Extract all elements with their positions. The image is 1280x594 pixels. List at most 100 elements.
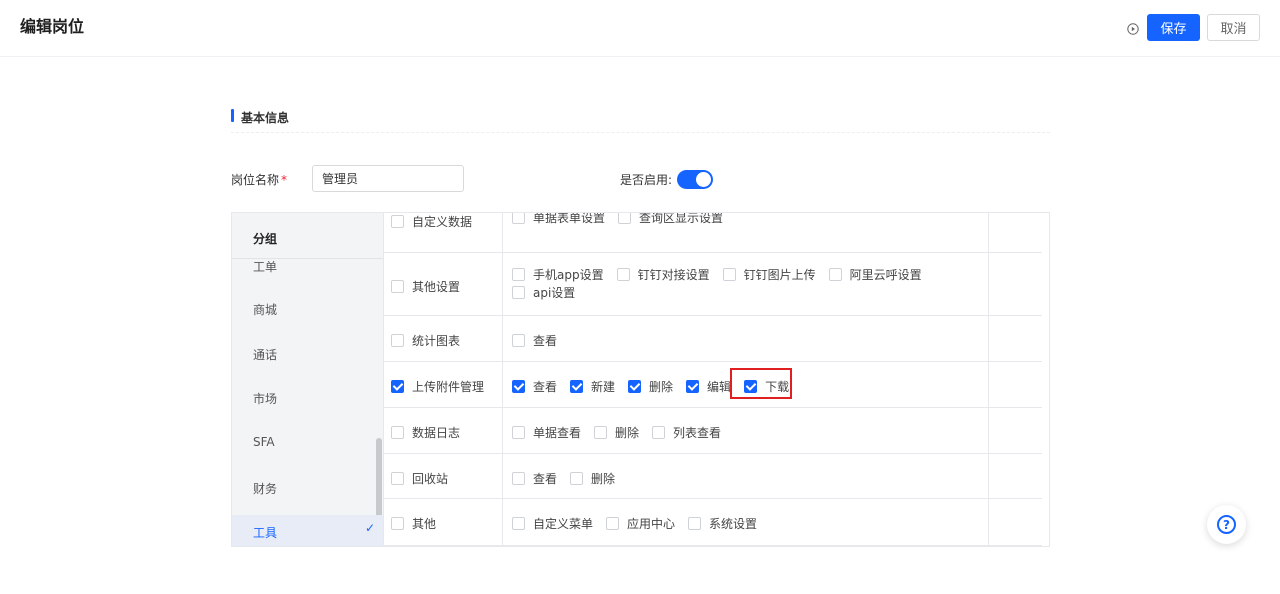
permission-line: 单据查看 删除 列表查看 <box>512 424 734 441</box>
module-checkbox[interactable]: 自定义数据 <box>391 213 485 230</box>
checkbox-label: 应用中心 <box>627 517 676 531</box>
group-item-label: 工具 <box>253 526 278 540</box>
checkbox[interactable] <box>512 426 525 439</box>
permission-line: 单据表单设置 查询区显示设置 <box>512 212 736 226</box>
checkbox[interactable] <box>391 517 404 530</box>
toggle-knob <box>696 172 711 187</box>
checkbox[interactable] <box>628 380 642 393</box>
checkbox[interactable] <box>686 380 700 393</box>
checkbox-label: 其他设置 <box>412 280 461 294</box>
permissions-panel: 分组 工单商城通话市场 SFA 财务工具 ✓ 自定义数据数据导入单据编号协同权限方式编… <box>231 212 1050 547</box>
table-row: 上传附件管理 查看 新建 删除 编辑 下载 <box>384 361 1042 407</box>
table-row: 其他设置 手机app设置 钉钉对接设置 钉钉图片上传 阿里云呼设置 api设置 <box>384 252 1042 315</box>
checkbox[interactable] <box>512 472 525 485</box>
row-divider <box>384 545 1042 546</box>
table-row: 数据日志 单据查看 删除 列表查看 <box>384 407 1042 453</box>
enable-label: 是否启用: <box>620 173 673 187</box>
checkbox-label: 自定义数据 <box>412 215 473 229</box>
permission-line: 查看 <box>512 332 570 349</box>
group-item[interactable]: 商城 <box>232 292 383 324</box>
play-circle-icon[interactable] <box>1127 23 1139 35</box>
highlight-box <box>730 368 792 399</box>
group-item[interactable]: 财务 <box>232 471 383 503</box>
group-item-label: 工单 <box>253 260 278 274</box>
checkbox-label: 列表查看 <box>673 426 722 440</box>
group-item[interactable]: SFA <box>232 426 383 458</box>
checkbox[interactable] <box>570 472 584 485</box>
group-item-label: 通话 <box>253 348 278 362</box>
checkbox-label: 上传附件管理 <box>412 380 485 394</box>
checkbox[interactable] <box>722 268 736 281</box>
checkbox[interactable] <box>606 517 620 530</box>
table-row: 统计图表 查看 <box>384 315 1042 361</box>
checkbox[interactable] <box>594 426 608 439</box>
checkbox[interactable] <box>828 268 842 281</box>
checkbox[interactable] <box>512 334 525 347</box>
checkbox[interactable] <box>391 215 404 228</box>
permission-line: api设置 <box>512 284 588 301</box>
checkbox-label: 手机app设置 <box>533 268 604 282</box>
page-title: 编辑岗位 <box>20 17 85 36</box>
cancel-button[interactable]: 取消 <box>1207 14 1260 41</box>
section-divider <box>231 132 1050 133</box>
section-title: 基本信息 <box>241 111 290 125</box>
help-button[interactable]: ? <box>1207 505 1246 544</box>
checkbox-label: 查看 <box>533 472 558 486</box>
checkbox[interactable] <box>652 426 666 439</box>
group-item[interactable]: 市场 <box>232 381 383 413</box>
module-checkbox[interactable]: 回收站 <box>391 470 461 487</box>
required-mark: * <box>281 173 288 187</box>
checkbox[interactable] <box>391 426 404 439</box>
position-name-input[interactable] <box>312 165 464 192</box>
checkbox-label: 编辑 <box>707 380 732 394</box>
checkbox-label: 单据表单设置 <box>533 212 606 225</box>
checkbox-label: 查看 <box>533 334 558 348</box>
module-checkbox[interactable]: 上传附件管理 <box>391 378 497 395</box>
checkbox-label: 统计图表 <box>412 334 461 348</box>
group-item[interactable]: 工具 ✓ <box>232 515 383 546</box>
checkbox[interactable] <box>512 213 525 224</box>
checkbox-label: 系统设置 <box>709 517 758 531</box>
checkbox[interactable] <box>391 334 404 347</box>
checkbox[interactable] <box>570 380 584 393</box>
module-checkbox[interactable]: 其他 <box>391 515 449 532</box>
top-bar: 编辑岗位 保存 取消 <box>0 0 1280 57</box>
checkbox[interactable] <box>391 280 404 293</box>
permission-line: 自定义菜单 应用中心 系统设置 <box>512 515 770 532</box>
checkbox-label: 查看 <box>533 380 558 394</box>
checkbox[interactable] <box>618 213 632 224</box>
checkbox[interactable] <box>391 472 404 485</box>
save-button[interactable]: 保存 <box>1147 14 1200 41</box>
checkbox-label: 自定义菜单 <box>533 517 594 531</box>
checkbox[interactable] <box>616 268 630 281</box>
enable-toggle[interactable] <box>677 170 713 189</box>
checkbox-label: api设置 <box>533 286 576 300</box>
checkbox[interactable] <box>512 286 525 299</box>
module-checkbox[interactable]: 统计图表 <box>391 332 473 349</box>
checkbox-label: 新建 <box>591 380 616 394</box>
module-checkbox[interactable]: 数据日志 <box>391 424 473 441</box>
checkbox-label: 删除 <box>591 472 616 486</box>
module-checkbox[interactable]: 其他设置 <box>391 278 473 295</box>
checkbox[interactable] <box>512 380 525 393</box>
checkbox-label: 钉钉图片上传 <box>743 268 816 282</box>
checkbox[interactable] <box>512 517 525 530</box>
group-item[interactable]: 通话 <box>232 337 383 369</box>
group-header: 分组 <box>232 213 383 259</box>
permissions-table: 自定义数据数据导入单据编号协同权限方式编辑器设置图表自动设置单据表单设置查询区显… <box>384 212 1049 546</box>
checkbox[interactable] <box>688 517 702 530</box>
checkbox[interactable] <box>391 380 404 393</box>
check-icon: ✓ <box>365 521 376 535</box>
table-row: 自定义数据数据导入单据编号协同权限方式编辑器设置图表自动设置单据表单设置查询区显… <box>384 212 1042 252</box>
checkbox-label: 查询区显示设置 <box>639 212 724 225</box>
checkbox[interactable] <box>512 268 525 281</box>
position-name-label: 岗位名称 * <box>231 173 288 187</box>
group-item-label: 商城 <box>253 303 278 317</box>
permission-line: 查看 删除 <box>512 470 628 487</box>
checkbox-label: 回收站 <box>412 472 449 486</box>
checkbox-label: 钉钉对接设置 <box>637 268 710 282</box>
table-row: 回收站 查看 删除 <box>384 453 1042 498</box>
checkbox-label: 其他 <box>412 517 437 531</box>
checkbox-label: 数据日志 <box>412 426 461 440</box>
help-icon: ? <box>1217 515 1236 534</box>
